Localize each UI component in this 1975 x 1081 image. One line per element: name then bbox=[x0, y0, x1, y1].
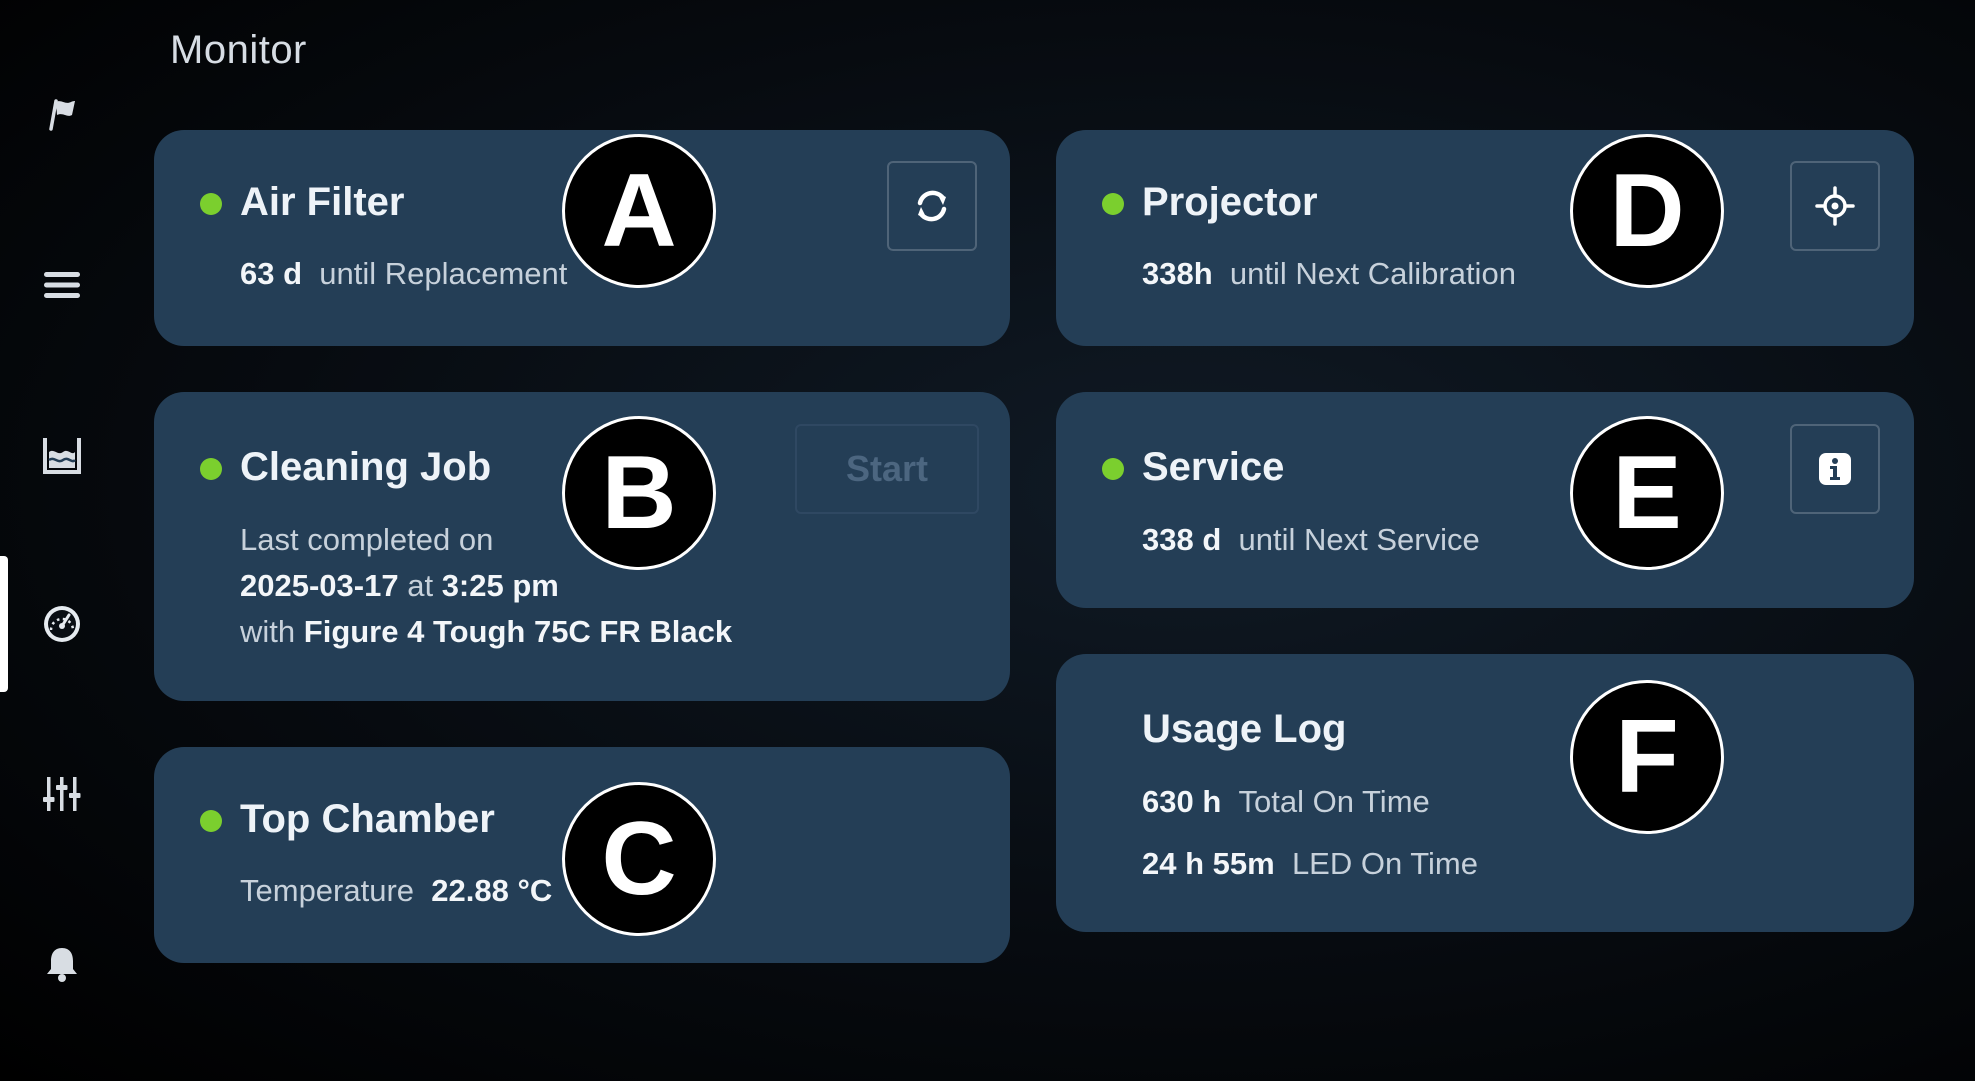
led-on-time-label: LED On Time bbox=[1291, 846, 1478, 881]
calibration-remaining: 338h until Next Calibration bbox=[1142, 256, 1516, 292]
total-on-time-label: Total On Time bbox=[1238, 784, 1430, 819]
total-on-time: 630 h Total On Time bbox=[1142, 784, 1430, 820]
chamber-temperature: Temperature 22.88 °C bbox=[240, 873, 552, 909]
card-title: Top Chamber bbox=[240, 797, 495, 841]
card-title: Cleaning Job bbox=[240, 445, 492, 489]
flag-icon bbox=[49, 99, 75, 131]
service-info-button[interactable] bbox=[1790, 424, 1880, 514]
sidebar-item-settings[interactable] bbox=[0, 726, 124, 862]
total-on-time-value: 630 h bbox=[1142, 784, 1222, 819]
completed-time: 3:25 pm bbox=[441, 568, 559, 603]
led-on-time: 24 h 55m LED On Time bbox=[1142, 846, 1478, 882]
sidebar-item-monitor[interactable] bbox=[0, 556, 124, 692]
air-filter-remaining: 63 d until Replacement bbox=[240, 256, 567, 292]
remaining-value: 63 d bbox=[240, 256, 303, 291]
card-title: Projector bbox=[1142, 180, 1318, 224]
marker-f: F bbox=[1570, 680, 1724, 834]
tank-icon bbox=[43, 438, 81, 474]
material-name: Figure 4 Tough 75C FR Black bbox=[303, 614, 733, 649]
marker-d: D bbox=[1570, 134, 1724, 288]
cleaning-job-card: Cleaning Job Last completed on 2025-03-1… bbox=[154, 392, 1010, 701]
start-cleaning-button[interactable]: Start bbox=[795, 424, 979, 514]
at-label: at bbox=[407, 568, 434, 603]
status-dot bbox=[1102, 193, 1124, 215]
card-title: Service bbox=[1142, 445, 1285, 489]
service-remaining: 338 d until Next Service bbox=[1142, 522, 1480, 558]
completed-date: 2025-03-17 bbox=[240, 568, 399, 603]
usage-log-card: Usage Log 630 h Total On Time 24 h 55m L… bbox=[1056, 654, 1914, 932]
last-completed-datetime: 2025-03-17 at 3:25 pm bbox=[240, 568, 559, 604]
card-title: Usage Log bbox=[1142, 707, 1347, 751]
card-title: Air Filter bbox=[240, 180, 405, 224]
status-dot bbox=[200, 810, 222, 832]
remaining-value: 338 d bbox=[1142, 522, 1222, 557]
marker-b: B bbox=[562, 416, 716, 570]
refresh-icon bbox=[917, 190, 947, 222]
calibrate-button[interactable] bbox=[1790, 161, 1880, 251]
remaining-label: until Replacement bbox=[319, 256, 568, 291]
cleaning-material: with Figure 4 Tough 75C FR Black bbox=[240, 614, 732, 650]
marker-a: A bbox=[562, 134, 716, 288]
sidebar-item-flag[interactable] bbox=[0, 46, 124, 182]
last-completed-label: Last completed on bbox=[240, 522, 494, 557]
page-title: Monitor bbox=[170, 28, 307, 72]
led-on-time-value: 24 h 55m bbox=[1142, 846, 1275, 881]
remaining-label: until Next Calibration bbox=[1229, 256, 1516, 291]
status-dot bbox=[200, 193, 222, 215]
crosshair-icon bbox=[1815, 186, 1855, 226]
bell-icon bbox=[47, 948, 77, 982]
replace-filter-button[interactable] bbox=[887, 161, 977, 251]
remaining-label: until Next Service bbox=[1238, 522, 1480, 557]
temperature-value: 22.88 °C bbox=[431, 873, 553, 908]
info-icon bbox=[1819, 453, 1851, 485]
status-dot bbox=[200, 458, 222, 480]
gauge-icon bbox=[44, 606, 80, 642]
sidebar bbox=[0, 0, 124, 1081]
sidebar-item-notifications[interactable] bbox=[0, 896, 124, 1032]
marker-e: E bbox=[1570, 416, 1724, 570]
menu-icon bbox=[44, 272, 80, 298]
service-card: Service 338 d until Next Service bbox=[1056, 392, 1914, 608]
marker-c: C bbox=[562, 782, 716, 936]
temperature-label: Temperature bbox=[240, 873, 415, 908]
remaining-value: 338h bbox=[1142, 256, 1213, 291]
sliders-icon bbox=[43, 777, 81, 811]
projector-card: Projector 338h until Next Calibration bbox=[1056, 130, 1914, 346]
status-dot bbox=[1102, 458, 1124, 480]
sidebar-item-menu[interactable] bbox=[0, 217, 124, 353]
sidebar-item-tank[interactable] bbox=[0, 387, 124, 523]
with-label: with bbox=[240, 614, 296, 649]
